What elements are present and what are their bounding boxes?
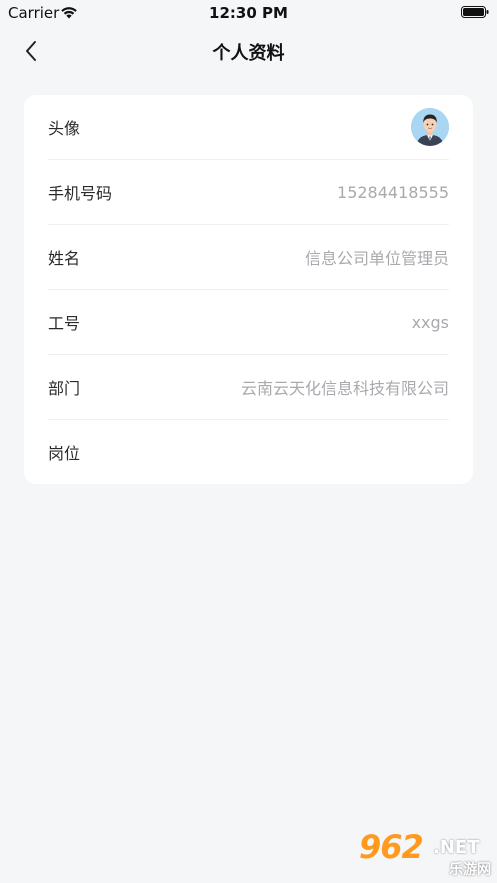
profile-row-name[interactable]: 姓名 信息公司单位管理员 [48, 225, 449, 290]
battery-icon [461, 6, 489, 18]
status-bar: Carrier 12:30 PM [0, 0, 497, 26]
site-watermark: 962 .NET 乐游网 [359, 831, 491, 879]
avatar[interactable] [411, 108, 449, 146]
user-avatar-icon [411, 108, 449, 146]
profile-row-position[interactable]: 岗位 [48, 420, 449, 484]
profile-card: 头像 手机号码 15284418555 姓名 信息公司单位管理员 工号 xxgs… [24, 95, 473, 484]
profile-row-employee-id[interactable]: 工号 xxgs [48, 290, 449, 355]
row-label: 手机号码 [48, 184, 113, 203]
row-label: 部门 [48, 379, 81, 398]
row-label: 头像 [48, 119, 81, 138]
nav-bar: 个人资料 [0, 26, 497, 76]
employee-id-value: xxgs [411, 312, 449, 332]
page-title: 个人资料 [212, 43, 285, 64]
phone-value: 15284418555 [337, 182, 449, 202]
profile-row-phone[interactable]: 手机号码 15284418555 [48, 160, 449, 225]
row-label: 岗位 [48, 444, 81, 463]
profile-row-avatar[interactable]: 头像 [48, 95, 449, 160]
profile-row-department[interactable]: 部门 云南云天化信息科技有限公司 [48, 355, 449, 420]
department-value: 云南云天化信息科技有限公司 [240, 379, 449, 398]
clock: 12:30 PM [209, 4, 288, 22]
name-value: 信息公司单位管理员 [304, 249, 449, 268]
row-label: 工号 [48, 314, 81, 333]
watermark-logo: 962 [359, 828, 424, 866]
watermark-subtitle: 乐游网 [449, 862, 491, 878]
row-label: 姓名 [48, 249, 81, 268]
watermark-suffix: .NET [433, 837, 480, 858]
